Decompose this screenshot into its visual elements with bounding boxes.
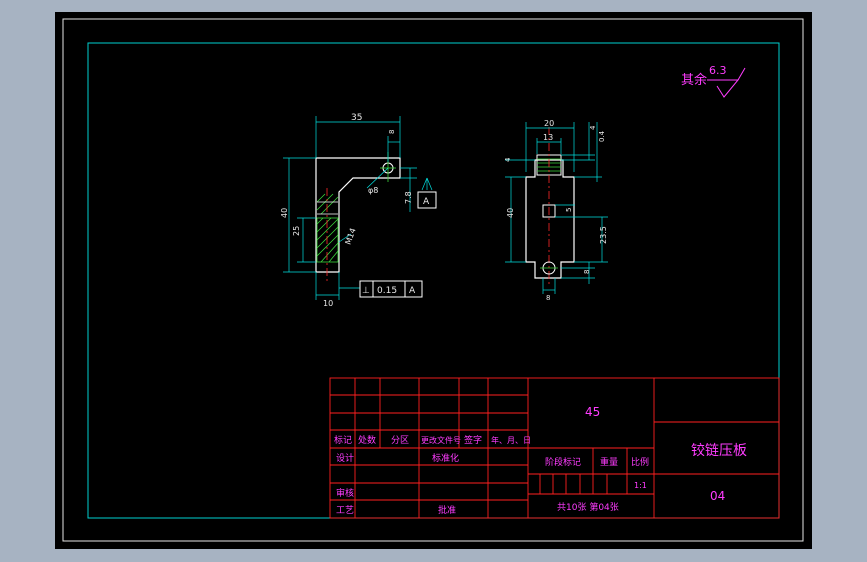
inner-border xyxy=(87,42,780,519)
dim-height-total: 40 xyxy=(280,208,289,218)
front-view: 35 8 φ8 7.8 40 25 M14 10 A ⊥ 0.15 A xyxy=(280,113,437,308)
tolerance-symbol: ⊥ xyxy=(362,286,370,296)
side-dim-left-height: 40 xyxy=(506,208,515,218)
roughness-label: 其余 xyxy=(681,72,707,88)
label-scale: 比例 xyxy=(631,456,649,468)
thread-hatch xyxy=(316,193,339,263)
dim-hole-height: 7.8 xyxy=(404,191,413,204)
sheets-text: 共10张 第04张 xyxy=(557,501,619,513)
label-mark: 标记 xyxy=(334,434,352,446)
drawing-no-text: 04 xyxy=(710,489,725,503)
label-design: 设计 xyxy=(336,452,354,464)
front-outline xyxy=(315,157,401,273)
label-change-doc: 更改文件号 xyxy=(421,435,461,445)
material-text: 45 xyxy=(585,405,600,419)
side-view: 20 13 4 0.4 40 4 5 23.5 8 8 xyxy=(504,119,608,302)
scale-value: 1:1 xyxy=(634,481,647,490)
dim-hole-dia: φ8 xyxy=(368,186,378,195)
label-approve: 批准 xyxy=(438,504,456,516)
dim-height-thread: 25 xyxy=(292,226,301,236)
side-dim-bottom-w: 8 xyxy=(546,294,550,302)
datum-a-label: A xyxy=(423,197,430,207)
side-dim-small-square: 5 xyxy=(565,208,573,212)
label-weight: 重量 xyxy=(600,456,618,468)
part-name-text: 铰链压板 xyxy=(691,443,747,459)
roughness-value: 6.3 xyxy=(709,64,727,77)
label-signature: 签字 xyxy=(464,434,482,446)
tolerance-frame: ⊥ 0.15 A xyxy=(359,280,423,298)
side-dim-bottom: 8 xyxy=(583,270,591,274)
roughness-note: 其余 6.3 xyxy=(681,64,746,98)
label-standardize: 标准化 xyxy=(432,452,459,464)
side-dim-slot-width: 13 xyxy=(543,133,553,142)
dim-thread: M14 xyxy=(343,227,357,246)
side-dim-step: 4 xyxy=(504,157,512,162)
tolerance-value: 0.15 xyxy=(377,286,397,296)
dim-width-top: 35 xyxy=(351,113,362,123)
drawing-sheet: 其余 6.3 35 8 φ8 7.8 40 25 M14 10 A ⊥ 0.15… xyxy=(55,12,812,549)
dim-hole-offset: 8 xyxy=(388,130,396,134)
label-count: 处数 xyxy=(358,434,376,446)
tolerance-datum: A xyxy=(409,286,416,296)
label-review: 审核 xyxy=(336,487,354,499)
label-zone: 分区 xyxy=(391,435,409,446)
side-dim-lower-h: 23.5 xyxy=(599,226,608,244)
drawing-canvas: 其余 6.3 35 8 φ8 7.8 40 25 M14 10 A ⊥ 0.15… xyxy=(62,18,804,542)
side-outline xyxy=(525,159,575,279)
label-process: 工艺 xyxy=(336,505,354,516)
label-date: 年、月、日 xyxy=(491,435,531,445)
dim-bottom-width: 10 xyxy=(323,299,333,308)
side-dim-chamfer: 0.4 xyxy=(598,130,606,142)
side-dim-depth-top: 4 xyxy=(589,125,597,130)
label-stage-mark: 阶段标记 xyxy=(545,456,581,468)
side-dim-top-width: 20 xyxy=(544,119,554,128)
